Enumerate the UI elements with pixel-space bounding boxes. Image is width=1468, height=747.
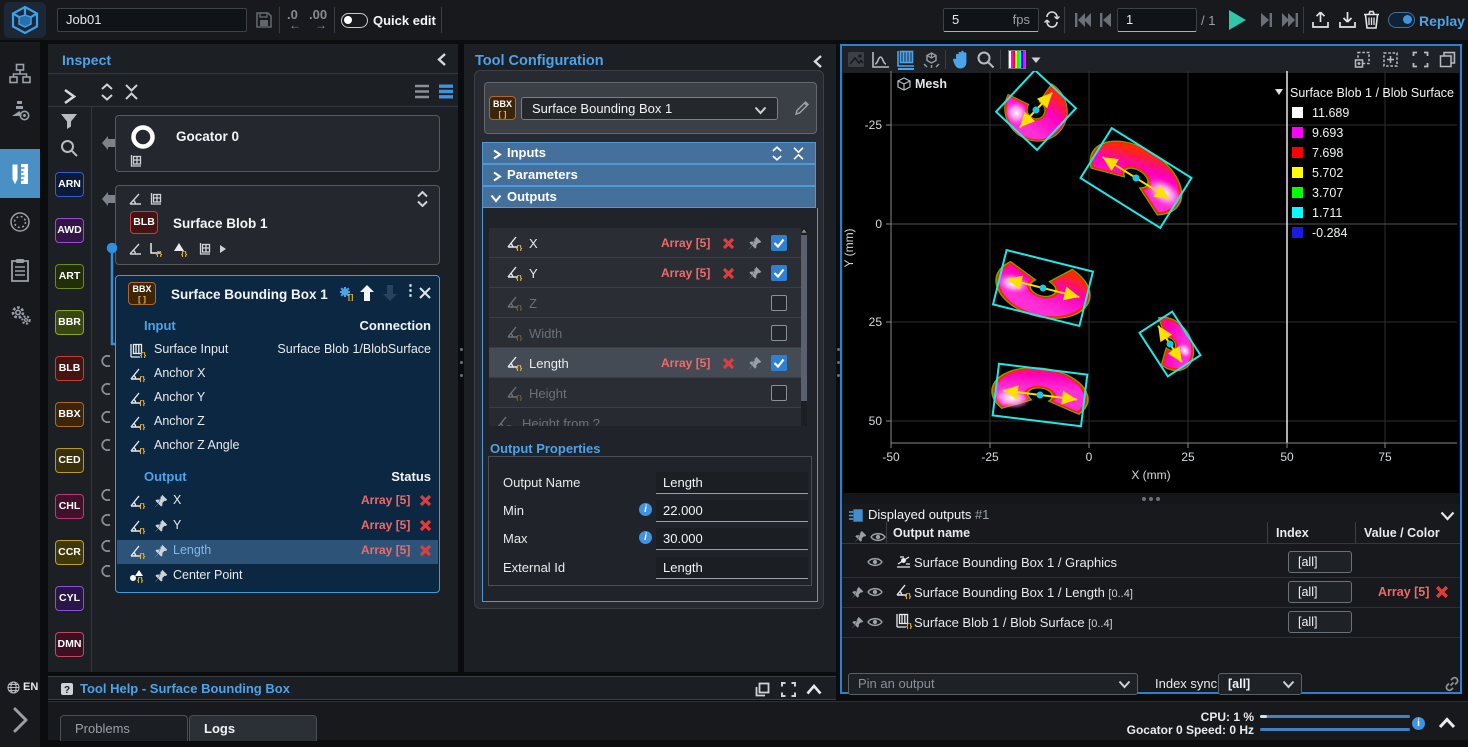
- svg-text:{}: {}: [516, 334, 522, 341]
- svg-text:0: 0: [875, 217, 882, 231]
- svg-text:7.698: 7.698: [1312, 146, 1343, 160]
- svg-text:{}: {}: [137, 576, 143, 583]
- svg-text:?: ?: [64, 685, 70, 696]
- svg-text:5.702: 5.702: [1312, 166, 1343, 180]
- svg-text:{}: {}: [506, 424, 512, 426]
- svg-text:25: 25: [869, 315, 883, 329]
- svg-text:Y (mm): Y (mm): [842, 228, 856, 267]
- svg-text:{}: {}: [139, 423, 145, 430]
- svg-text:-0.284: -0.284: [1312, 226, 1347, 240]
- svg-text:{}: {}: [156, 250, 162, 257]
- svg-text:{}: {}: [139, 527, 145, 534]
- svg-text:50: 50: [869, 414, 883, 428]
- svg-text:{}: {}: [139, 375, 145, 382]
- svg-text:{}: {}: [516, 304, 522, 311]
- svg-text:-25: -25: [865, 118, 883, 132]
- svg-text:{}: {}: [139, 552, 145, 559]
- svg-text:{}: {}: [139, 447, 145, 454]
- svg-text:{}: {}: [905, 592, 911, 599]
- svg-text:{}: {}: [906, 622, 912, 629]
- svg-text:{}: {}: [140, 351, 146, 358]
- svg-text:{}: {}: [139, 502, 145, 509]
- svg-text:1.711: 1.711: [1312, 206, 1342, 220]
- svg-text:3.707: 3.707: [1312, 186, 1343, 200]
- svg-text:-25: -25: [981, 450, 999, 464]
- svg-text:{}: {}: [516, 244, 522, 251]
- svg-text:{}: {}: [516, 394, 522, 401]
- svg-text:25: 25: [1181, 450, 1195, 464]
- svg-text:{}: {}: [181, 250, 187, 257]
- svg-text:9.693: 9.693: [1312, 126, 1343, 140]
- svg-text:{}: {}: [139, 399, 145, 406]
- svg-text:50: 50: [1280, 450, 1294, 464]
- svg-text:[]: []: [348, 293, 354, 301]
- svg-text:0: 0: [1086, 450, 1093, 464]
- svg-text:X (mm): X (mm): [1131, 468, 1170, 482]
- svg-text:Surface Blob 1 / Blob Surface: Surface Blob 1 / Blob Surface: [1290, 86, 1454, 100]
- svg-text:Mesh: Mesh: [915, 77, 947, 91]
- svg-text:11.689: 11.689: [1312, 106, 1349, 120]
- svg-text:{}: {}: [516, 364, 522, 371]
- svg-text:-50: -50: [882, 450, 900, 464]
- svg-text:{}: {}: [516, 274, 522, 281]
- svg-text:75: 75: [1378, 450, 1392, 464]
